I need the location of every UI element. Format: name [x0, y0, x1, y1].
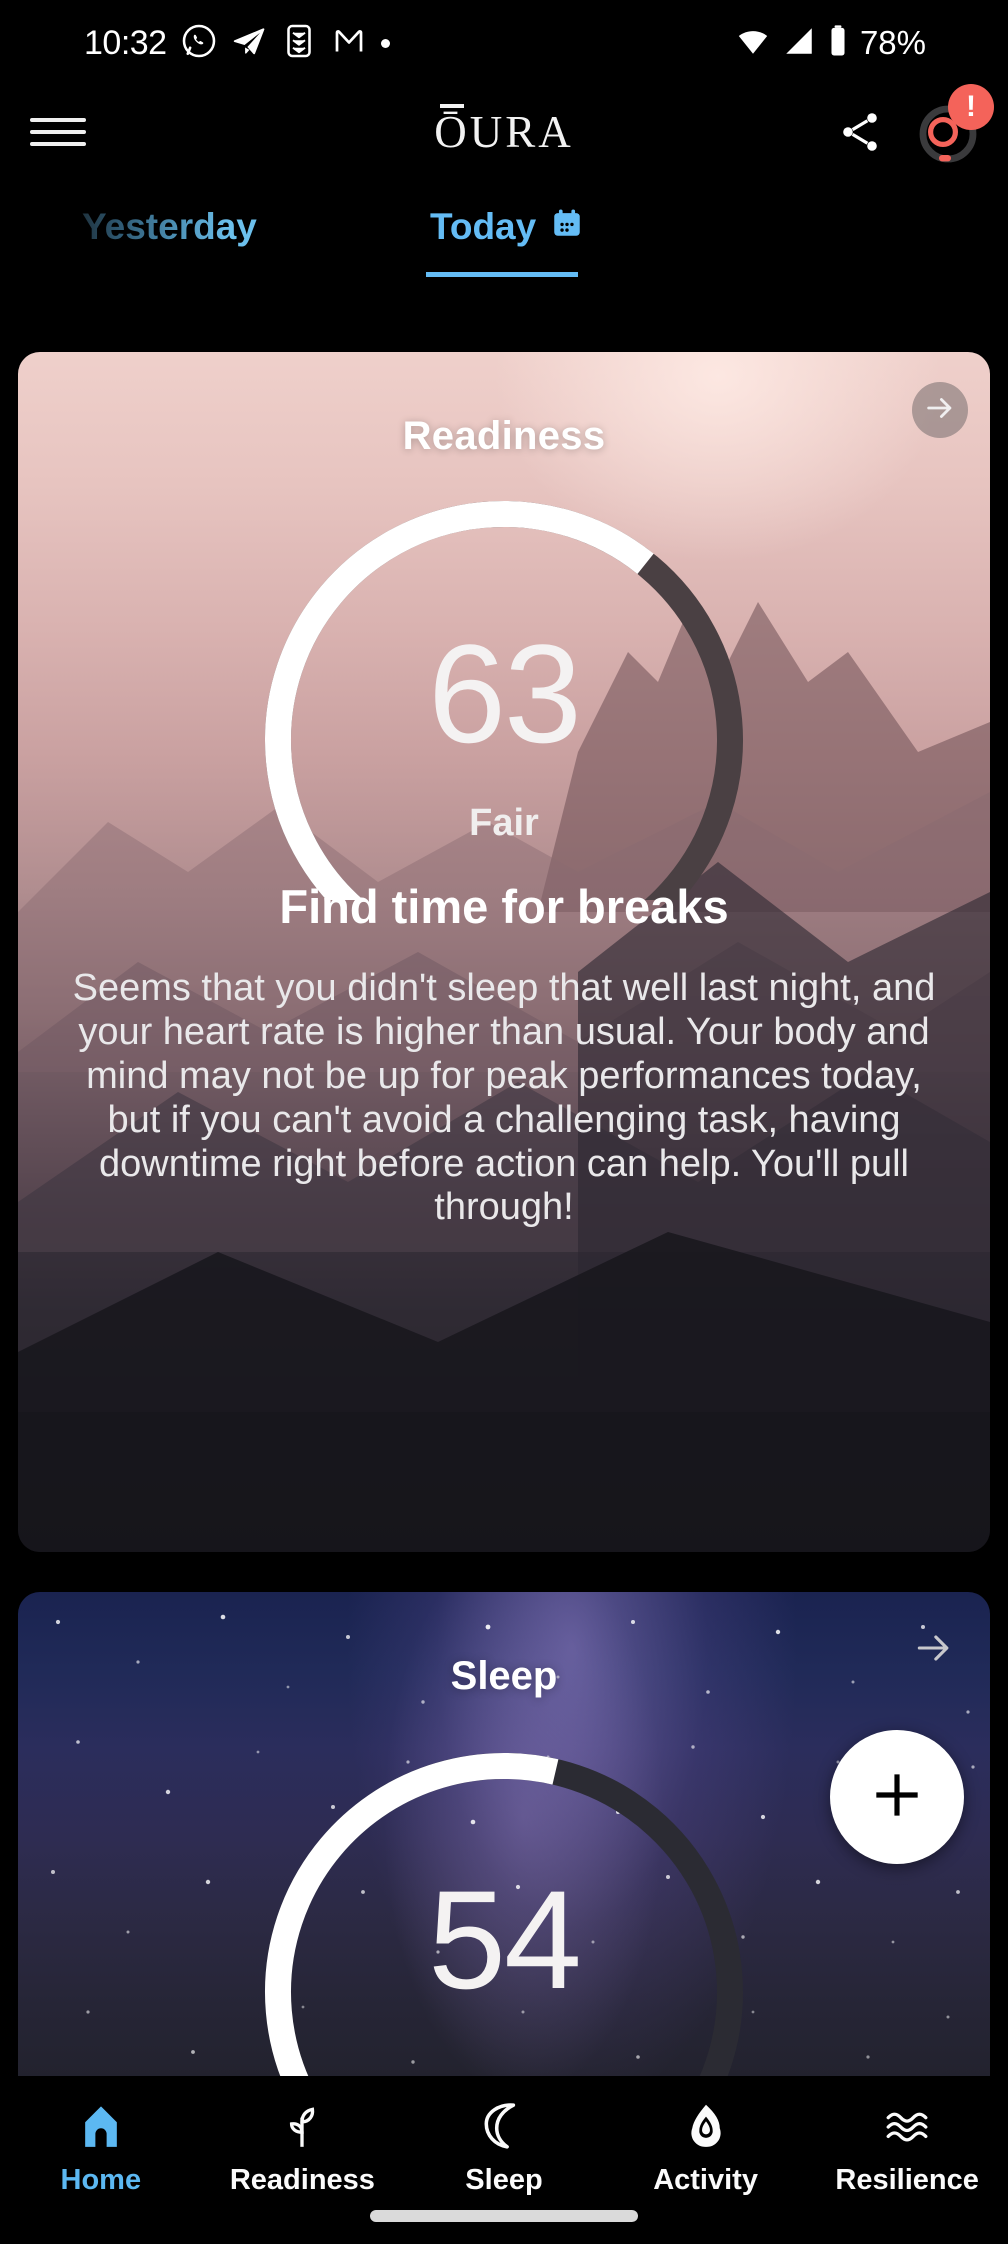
whatsapp-icon — [181, 23, 217, 64]
notes-icon — [281, 23, 317, 64]
tab-today[interactable]: Today — [430, 178, 584, 276]
readiness-card-title: Readiness — [402, 414, 606, 458]
tab-yesterday[interactable]: Yesterday — [82, 178, 257, 276]
cellular-signal-icon — [782, 24, 816, 63]
brand-prefix: Ō — [434, 107, 470, 157]
day-tabs: Yesterday Today — [0, 178, 1008, 277]
status-bar-right: 78% — [735, 24, 1008, 63]
home-icon — [76, 2098, 126, 2154]
tab-active-indicator — [426, 272, 578, 277]
add-button[interactable] — [830, 1730, 964, 1864]
sleep-card-title: Sleep — [450, 1654, 558, 1698]
nav-label-sleep: Sleep — [465, 2164, 543, 2196]
moon-icon — [479, 2098, 529, 2154]
tab-yesterday-label: Yesterday — [82, 206, 257, 247]
nav-item-activity[interactable]: Activity — [605, 2098, 807, 2197]
readiness-body-text: Seems that you didn't sleep that well la… — [72, 967, 936, 1229]
more-dot-icon — [380, 38, 390, 48]
nav-item-resilience[interactable]: Resilience — [806, 2098, 1008, 2197]
nav-label-readiness: Readiness — [229, 2164, 375, 2196]
oura-ring-icon[interactable]: ! — [914, 84, 994, 168]
app-screen: 10:32 78% ŌURA ! Yesterday Today Readine… — [0, 0, 1008, 2244]
gmail-icon — [331, 23, 367, 64]
nav-item-sleep[interactable]: Sleep — [403, 2098, 605, 2197]
calendar-icon — [550, 206, 584, 249]
status-bar-left: 10:32 — [0, 23, 390, 64]
notification-badge: ! — [948, 84, 994, 130]
status-bar: 10:32 78% — [0, 0, 1008, 86]
tab-today-label: Today — [430, 206, 537, 247]
sprout-icon — [277, 2098, 327, 2154]
app-header: ŌURA ! — [0, 84, 1008, 178]
nav-label-resilience: Resilience — [835, 2164, 979, 2196]
plus-icon — [866, 1764, 928, 1831]
telegram-icon — [231, 23, 267, 64]
status-bar-clock: 10:32 — [84, 23, 167, 62]
readiness-score-value: 63 — [428, 615, 582, 772]
battery-percentage: 78% — [859, 24, 926, 61]
nav-item-home[interactable]: Home — [0, 2098, 202, 2197]
readiness-card[interactable]: Readiness 63 Fair Find time for breaks S… — [18, 352, 990, 1552]
brand-suffix: URA — [469, 107, 574, 157]
readiness-headline: Find time for breaks — [279, 880, 729, 933]
nav-label-home: Home — [60, 2164, 142, 2196]
readiness-score-label: Fair — [469, 802, 539, 844]
nav-label-activity: Activity — [653, 2164, 758, 2196]
sleep-card[interactable]: Sleep 54 — [18, 1592, 990, 2152]
waves-icon — [882, 2098, 932, 2154]
system-home-indicator[interactable] — [370, 2210, 638, 2222]
battery-icon — [827, 24, 849, 63]
wifi-icon — [735, 24, 771, 63]
nav-item-readiness[interactable]: Readiness — [202, 2098, 404, 2197]
share-icon[interactable] — [832, 104, 888, 160]
flame-icon — [681, 2098, 731, 2154]
sleep-score-value: 54 — [428, 1861, 582, 2018]
